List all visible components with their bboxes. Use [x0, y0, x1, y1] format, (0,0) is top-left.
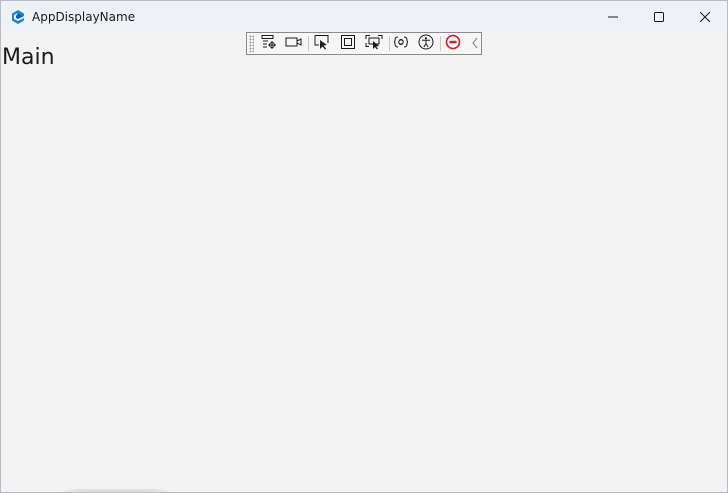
layout-adorner-icon	[340, 34, 356, 54]
toolbar-separator	[308, 36, 309, 51]
visual-tree-icon	[261, 34, 277, 54]
accessibility-button[interactable]	[416, 34, 436, 54]
window-title: AppDisplayName	[32, 10, 136, 24]
maximize-icon	[654, 7, 664, 26]
video-camera-icon	[285, 34, 303, 54]
collapse-toolbar-button[interactable]	[465, 34, 485, 54]
title-bar[interactable]: AppDisplayName	[1, 1, 727, 32]
hot-reload-button[interactable]	[391, 34, 411, 54]
minimize-icon	[608, 7, 618, 26]
in-app-debug-toolbar	[246, 32, 482, 55]
app-window: AppDisplayName Main	[0, 0, 728, 493]
accessibility-icon	[418, 34, 434, 54]
app-logo-icon	[10, 9, 26, 25]
disable-button[interactable]	[443, 34, 463, 54]
minimize-button[interactable]	[590, 1, 636, 32]
close-button[interactable]	[682, 1, 727, 32]
select-element-button[interactable]	[312, 34, 332, 54]
stop-icon	[445, 34, 461, 54]
toolbar-grip-handle[interactable]	[249, 35, 254, 52]
display-layout-adorners-button[interactable]	[338, 34, 358, 54]
toolbar-separator	[440, 36, 441, 51]
select-element-icon	[314, 34, 330, 54]
page-title: Main	[2, 45, 55, 70]
background-artifact	[61, 489, 171, 492]
chevron-left-icon	[470, 35, 480, 54]
track-focus-icon	[365, 34, 383, 54]
close-icon	[699, 7, 711, 26]
live-visual-tree-button[interactable]	[259, 34, 279, 54]
maximize-button[interactable]	[636, 1, 682, 32]
toolbar-separator	[389, 36, 390, 51]
hot-reload-icon	[393, 34, 409, 54]
record-button[interactable]	[284, 34, 304, 54]
track-focused-element-button[interactable]	[364, 34, 384, 54]
